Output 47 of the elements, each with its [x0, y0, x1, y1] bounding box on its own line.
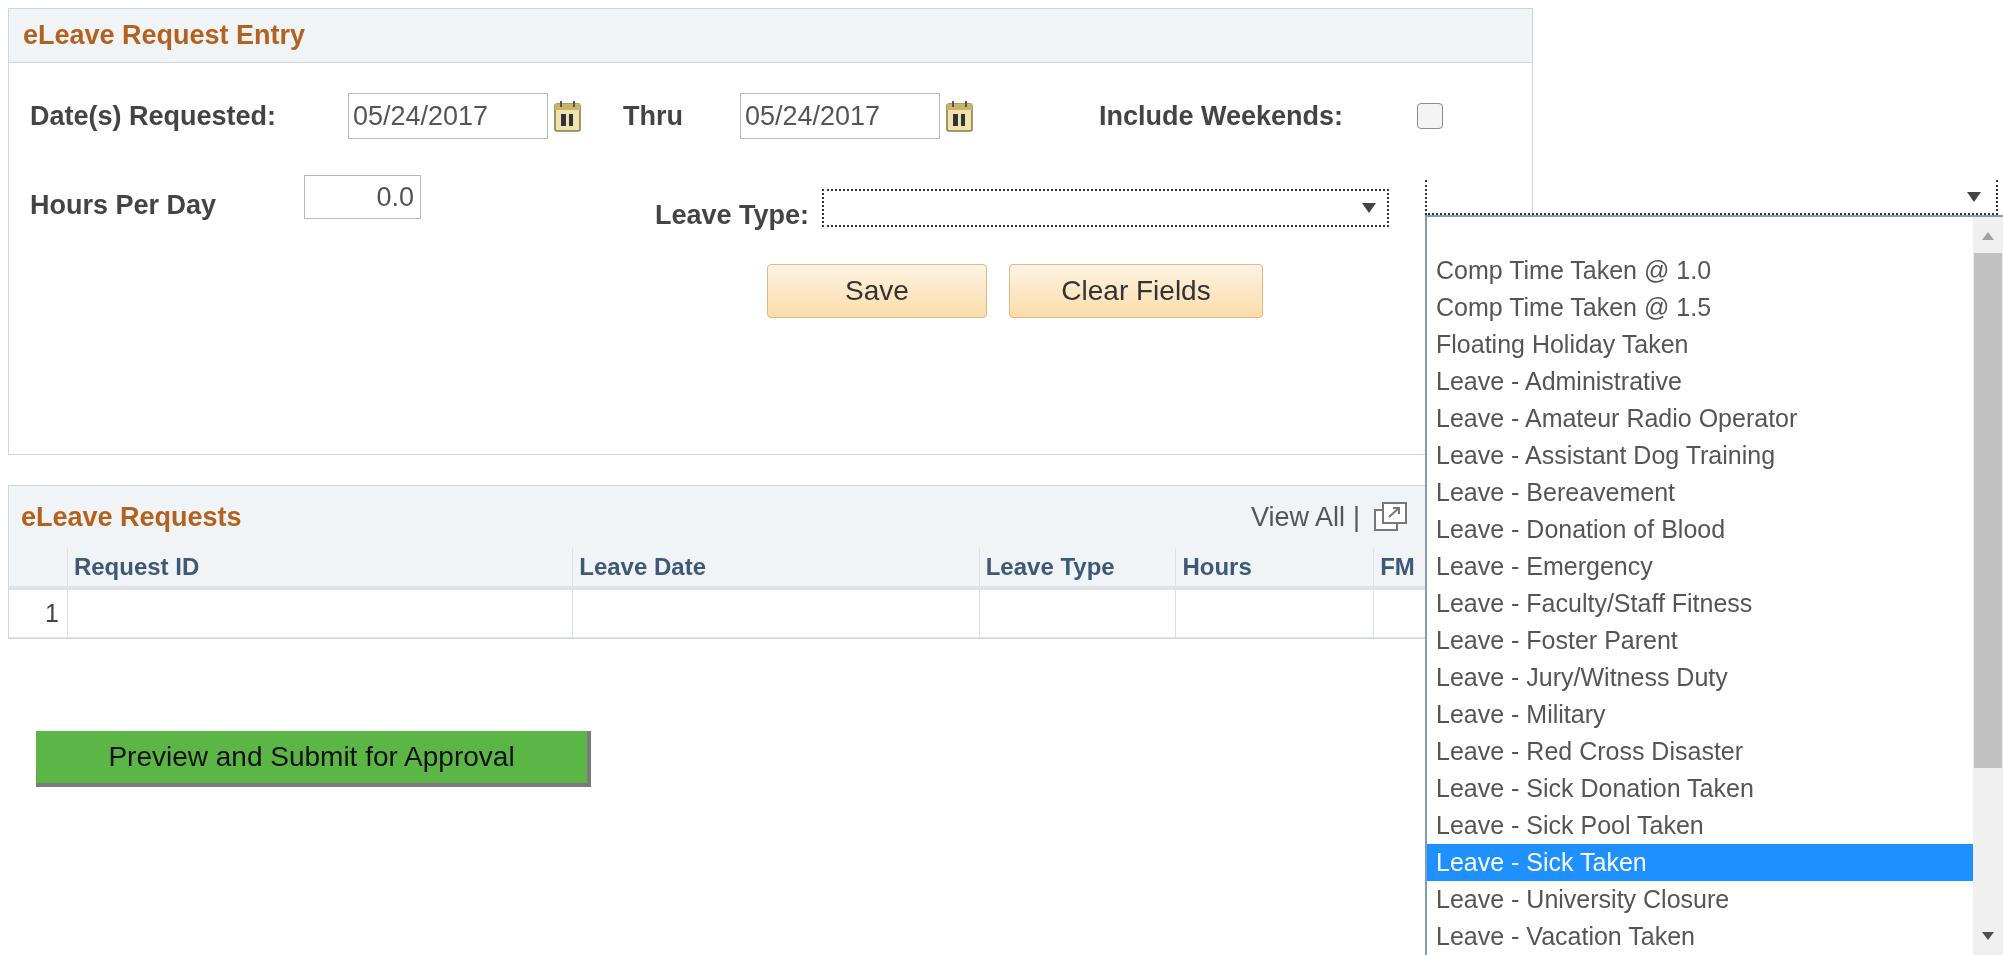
row-number: 1: [9, 590, 68, 637]
column-header: Request ID: [67, 548, 574, 586]
panel-title: eLeave Request Entry: [23, 19, 306, 53]
dropdown-option[interactable]: Comp Time Taken @ 1.0: [1427, 252, 1973, 289]
dropdown-option[interactable]: Comp Time Taken @ 1.5: [1427, 289, 1973, 326]
view-all-link[interactable]: View All: [1250, 496, 1345, 538]
hours-field[interactable]: 0.0: [304, 175, 421, 219]
field-label: Include Weekends:: [1099, 99, 1345, 133]
dropdown-option[interactable]: Leave - Assistant Dog Training: [1427, 437, 1973, 474]
panel-title: eLeave Requests: [21, 500, 242, 534]
dropdown-option[interactable]: Leave - University Closure: [1427, 881, 1973, 918]
calendar-icon[interactable]: [945, 99, 975, 133]
date-field[interactable]: 05/24/2017: [740, 93, 940, 139]
dropdown-option[interactable]: Leave - Sick Donation Taken: [1427, 770, 1973, 807]
leave-type-select[interactable]: [822, 189, 1390, 227]
field-label: Thru: [623, 99, 684, 133]
scrollbar[interactable]: [1973, 217, 2003, 955]
date-field[interactable]: 05/24/2017: [348, 93, 548, 139]
dropdown-option[interactable]: Leave - Military: [1427, 696, 1973, 733]
column-header: Leave Type: [979, 548, 1177, 586]
dropdown-option[interactable]: Leave - Foster Parent: [1427, 622, 1973, 659]
new-window-icon[interactable]: [1374, 502, 1408, 532]
dropdown-option[interactable]: Leave - Donation of Blood: [1427, 511, 1973, 548]
dropdown-option[interactable]: Leave - Vacation Taken: [1427, 918, 1973, 955]
dropdown-option[interactable]: Leave - Bereavement: [1427, 474, 1973, 511]
dropdown-option[interactable]: Leave - Administrative: [1427, 363, 1973, 400]
dropdown-option[interactable]: Leave - Jury/Witness Duty: [1427, 659, 1973, 696]
field-label: Hours Per Day: [30, 189, 218, 222]
field-label: Leave Type:: [655, 199, 810, 232]
scroll-down-icon[interactable]: [1981, 931, 1995, 941]
caret-icon: [1361, 202, 1378, 214]
dropdown-option[interactable]: Leave - Faculty/Staff Fitness: [1427, 585, 1973, 622]
dropdown-option[interactable]: Leave - Red Cross Disaster: [1427, 733, 1973, 770]
column-header: Hours: [1176, 548, 1375, 586]
separator: |: [1353, 500, 1360, 534]
caret-icon: [1966, 190, 1982, 203]
field-label: Date(s) Requested:: [30, 99, 278, 133]
form-button[interactable]: Save: [767, 263, 987, 318]
dropdown-option[interactable]: Floating Holiday Taken: [1427, 326, 1973, 363]
form-button[interactable]: Clear Fields: [1009, 263, 1263, 318]
dropdown-option[interactable]: Leave - Sick Pool Taken: [1427, 807, 1973, 844]
scrollbar-thumb[interactable]: [1974, 253, 2002, 768]
checkbox[interactable]: [1417, 103, 1443, 129]
submit-button[interactable]: Preview and Submit for Approval: [36, 731, 591, 787]
calendar-icon[interactable]: [553, 99, 583, 133]
dropdown-option[interactable]: Leave - Amateur Radio Operator: [1427, 400, 1973, 437]
column-header: Leave Date: [573, 548, 980, 586]
